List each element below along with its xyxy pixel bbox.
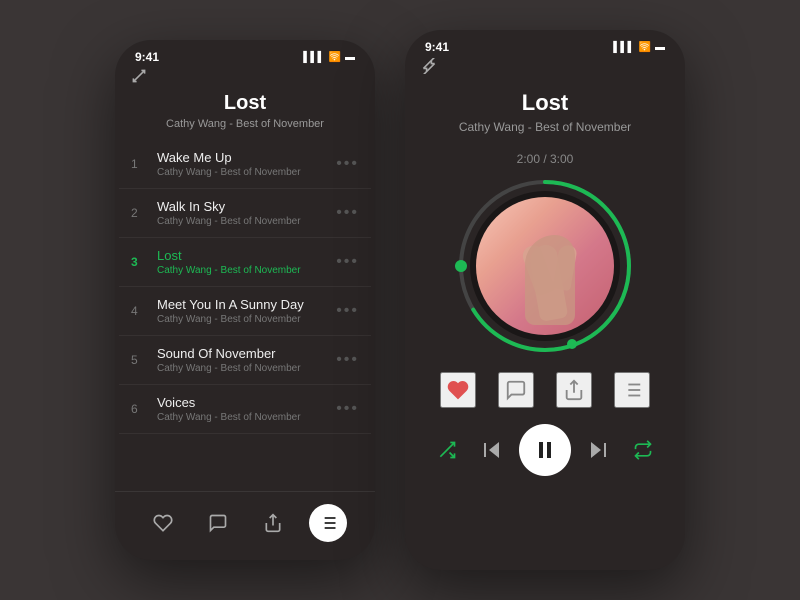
track-item[interactable]: 4 Meet You In A Sunny Day Cathy Wang - Bes…: [119, 287, 371, 336]
prev-button[interactable]: [474, 432, 510, 468]
repeat-button[interactable]: [625, 432, 661, 468]
list-track-title: Lost: [131, 92, 359, 115]
track-number: 6: [131, 402, 149, 416]
player-status-bar: 9:41 ▌▌▌ 🛜 ▬: [405, 30, 685, 58]
track-item[interactable]: 5 Sound Of November Cathy Wang - Best of N…: [119, 336, 371, 385]
track-artist: Cathy Wang - Best of November: [157, 265, 336, 276]
track-item[interactable]: 2 Walk In Sky Cathy Wang - Best of Novembe…: [119, 189, 371, 238]
track-name: Sound Of November: [157, 346, 336, 361]
playlist-button[interactable]: [614, 372, 650, 408]
player-phone: 9:41 ▌▌▌ 🛜 ▬ Lost Cathy Wang - Best of N…: [405, 30, 685, 570]
track-more-button[interactable]: •••: [336, 303, 359, 319]
now-playing-header: Lost Cathy Wang - Best of November: [115, 88, 375, 140]
shuffle-button[interactable]: [429, 432, 465, 468]
status-icons: ▌▌▌ 🛜 ▬: [303, 52, 355, 63]
player-controls: [405, 416, 685, 496]
track-number: 5: [131, 353, 149, 367]
track-number: 3: [131, 255, 149, 269]
track-name: Lost: [157, 248, 336, 263]
signal-icon: ▌▌▌: [303, 52, 324, 63]
track-more-button[interactable]: •••: [336, 205, 359, 221]
track-item[interactable]: 6 Voices Cathy Wang - Best of November•••: [119, 385, 371, 434]
battery-icon: ▬: [345, 52, 355, 63]
track-number: 1: [131, 157, 149, 171]
expand-icon[interactable]: [115, 68, 375, 88]
track-item[interactable]: 3 Lost Cathy Wang - Best of November•••: [119, 238, 371, 287]
track-more-button[interactable]: •••: [336, 401, 359, 417]
track-name: Voices: [157, 395, 336, 410]
track-item[interactable]: 1 Wake Me Up Cathy Wang - Best of November…: [119, 140, 371, 189]
status-bar: 9:41 ▌▌▌ 🛜 ▬: [115, 40, 375, 68]
track-artist: Cathy Wang - Best of November: [157, 412, 336, 423]
heart-button[interactable]: [440, 372, 476, 408]
pause-button[interactable]: [519, 424, 571, 476]
player-track-subtitle: Cathy Wang - Best of November: [421, 120, 669, 134]
next-button[interactable]: [580, 432, 616, 468]
track-info: Walk In Sky Cathy Wang - Best of November: [157, 199, 336, 227]
track-info: Wake Me Up Cathy Wang - Best of November: [157, 150, 336, 178]
list-phone: 9:41 ▌▌▌ 🛜 ▬ Lost Cathy Wang - Best of N…: [115, 40, 375, 560]
track-artist: Cathy Wang - Best of November: [157, 314, 336, 325]
circle-progress-wrapper[interactable]: [455, 176, 635, 356]
share-button[interactable]: [556, 372, 592, 408]
player-track-title: Lost: [421, 90, 669, 116]
track-number: 2: [131, 206, 149, 220]
list-track-subtitle: Cathy Wang - Best of November: [131, 118, 359, 130]
track-name: Wake Me Up: [157, 150, 336, 165]
track-more-button[interactable]: •••: [336, 156, 359, 172]
wifi-icon: 🛜: [329, 52, 341, 63]
bottom-nav: [115, 491, 375, 560]
player-signal-icon: ▌▌▌: [613, 42, 634, 53]
track-info: Lost Cathy Wang - Best of November: [157, 248, 336, 276]
track-info: Meet You In A Sunny Day Cathy Wang - Best…: [157, 297, 336, 325]
player-status-icons: ▌▌▌ 🛜 ▬: [613, 42, 665, 53]
track-list: 1 Wake Me Up Cathy Wang - Best of November…: [115, 140, 375, 491]
album-art-image: [476, 197, 614, 335]
share-nav-button[interactable]: [254, 504, 292, 542]
track-artist: Cathy Wang - Best of November: [157, 363, 336, 374]
heart-nav-button[interactable]: [144, 504, 182, 542]
track-name: Meet You In A Sunny Day: [157, 297, 336, 312]
shrink-icon[interactable]: [405, 58, 685, 76]
track-artist: Cathy Wang - Best of November: [157, 167, 336, 178]
comment-nav-button[interactable]: [199, 504, 237, 542]
player-header: Lost Cathy Wang - Best of November: [405, 76, 685, 142]
track-info: Voices Cathy Wang - Best of November: [157, 395, 336, 423]
track-info: Sound Of November Cathy Wang - Best of No…: [157, 346, 336, 374]
track-more-button[interactable]: •••: [336, 352, 359, 368]
player-actions: [405, 356, 685, 416]
scrubber-dot: [455, 260, 467, 272]
comment-button[interactable]: [498, 372, 534, 408]
player-status-time: 9:41: [425, 40, 449, 54]
progress-end-dot: [567, 339, 577, 349]
playlist-nav-button[interactable]: [309, 504, 347, 542]
track-name: Walk In Sky: [157, 199, 336, 214]
player-battery-icon: ▬: [655, 42, 665, 53]
player-wifi-icon: 🛜: [639, 42, 651, 53]
circle-progress-container: 2:00 / 3:00: [405, 142, 685, 356]
track-number: 4: [131, 304, 149, 318]
track-more-button[interactable]: •••: [336, 254, 359, 270]
album-art: [470, 191, 620, 341]
track-artist: Cathy Wang - Best of November: [157, 216, 336, 227]
status-time: 9:41: [135, 50, 159, 64]
time-display: 2:00 / 3:00: [517, 152, 574, 166]
